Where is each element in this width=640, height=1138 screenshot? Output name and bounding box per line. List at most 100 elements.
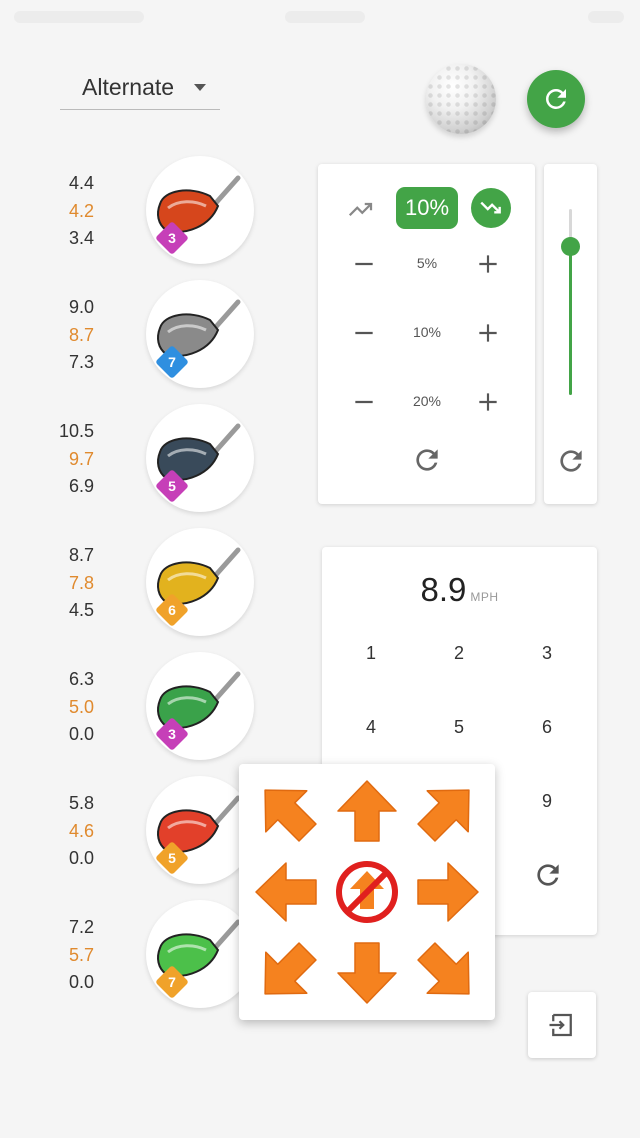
reset-steps-button[interactable] <box>411 444 443 476</box>
club-stats: 6.3 5.0 0.0 <box>69 666 94 749</box>
direction-button[interactable] <box>247 852 327 932</box>
keypad-key[interactable]: 5 <box>429 705 489 749</box>
refresh-icon <box>560 450 582 472</box>
club-stat-max: 7.2 <box>68 917 94 937</box>
direction-button[interactable] <box>247 932 327 1012</box>
direction-button[interactable] <box>407 852 487 932</box>
decrease-button[interactable] <box>344 244 384 284</box>
club-stat-avg: 5.0 <box>68 696 94 717</box>
keypad-key[interactable]: 6 <box>517 705 577 749</box>
club-button[interactable]: 3 <box>146 156 254 264</box>
club-number: 5 <box>168 850 176 866</box>
increase-button[interactable] <box>468 313 508 353</box>
club-number-badge: 7 <box>155 345 189 379</box>
club-stat-max: 10.5 <box>58 421 94 441</box>
slider-panel <box>544 164 597 504</box>
club-number: 3 <box>168 230 176 246</box>
no-direction-button[interactable] <box>327 852 407 932</box>
club-stat-avg: 8.7 <box>68 324 94 345</box>
direction-button[interactable] <box>247 772 327 852</box>
exit-button[interactable] <box>528 992 596 1058</box>
club-button[interactable]: 7 <box>146 900 254 1008</box>
arrow-left-icon <box>255 862 317 922</box>
club-row: 9.0 8.7 7.3 7 <box>0 280 270 390</box>
trending-down-icon <box>480 201 501 214</box>
step-row: 5% <box>342 244 512 284</box>
keypad-reset-button[interactable] <box>532 859 564 891</box>
exit-icon <box>549 1013 572 1037</box>
direction-button[interactable] <box>407 932 487 1012</box>
arrow-down-right-icon <box>417 942 470 995</box>
no-direction-icon <box>336 861 398 923</box>
club-stats: 10.5 9.7 6.9 <box>59 418 94 501</box>
decrease-button[interactable] <box>344 382 384 422</box>
club-number: 5 <box>168 478 176 494</box>
step-row: 10% <box>342 313 512 353</box>
step-row: 20% <box>342 382 512 422</box>
club-stat-avg: 5.7 <box>68 944 94 965</box>
speed-unit: MPH <box>470 590 499 604</box>
trending-up-icon[interactable] <box>344 194 378 224</box>
club-row: 10.5 9.7 6.9 5 <box>0 404 270 514</box>
club-button[interactable]: 5 <box>146 404 254 512</box>
speed-readout: 8.9 MPH <box>322 571 597 609</box>
plus-icon <box>479 255 497 273</box>
club-stat-avg: 4.6 <box>68 820 94 841</box>
arrow-up-right-icon <box>417 789 470 842</box>
direction-button[interactable] <box>327 932 407 1012</box>
status-carrier <box>14 11 144 23</box>
vertical-slider[interactable] <box>561 209 580 395</box>
increase-button[interactable] <box>468 382 508 422</box>
club-button[interactable]: 7 <box>146 280 254 388</box>
club-stats: 4.4 4.2 3.4 <box>69 170 94 253</box>
club-number-badge: 7 <box>155 965 189 999</box>
direction-button[interactable] <box>327 772 407 852</box>
club-stat-avg: 7.8 <box>68 572 94 593</box>
golf-ball-icon[interactable] <box>426 64 496 134</box>
increase-button[interactable] <box>468 244 508 284</box>
club-row: 7.2 5.7 0.0 7 <box>0 900 270 1010</box>
status-bar <box>0 0 640 36</box>
keypad-key[interactable]: 1 <box>341 631 401 675</box>
club-stat-min: 6.9 <box>68 476 94 496</box>
keypad-key[interactable]: 9 <box>517 779 577 823</box>
mode-dropdown[interactable]: Alternate <box>60 66 220 110</box>
plus-icon <box>479 324 497 342</box>
keypad-key[interactable]: 2 <box>429 631 489 675</box>
keypad-key[interactable]: 3 <box>517 631 577 675</box>
caret-down-icon <box>194 84 206 91</box>
club-stats: 9.0 8.7 7.3 <box>69 294 94 377</box>
decrease-button[interactable] <box>344 313 384 353</box>
keypad-key[interactable]: 4 <box>341 705 401 749</box>
direction-popup <box>239 764 495 1020</box>
refresh-icon <box>416 449 438 471</box>
club-stat-min: 0.0 <box>68 972 94 992</box>
club-button[interactable]: 5 <box>146 776 254 884</box>
club-stat-max: 4.4 <box>68 173 94 193</box>
club-stat-min: 3.4 <box>68 228 94 248</box>
club-stats: 5.8 4.6 0.0 <box>69 790 94 873</box>
minus-icon <box>355 400 373 404</box>
club-button[interactable]: 6 <box>146 528 254 636</box>
battery-icon <box>588 11 624 23</box>
club-number: 7 <box>168 354 176 370</box>
slider-thumb[interactable] <box>561 237 580 257</box>
direction-button[interactable] <box>407 772 487 852</box>
arrow-right-icon <box>417 862 479 922</box>
club-button[interactable]: 3 <box>146 652 254 760</box>
trend-down-button[interactable] <box>471 188 511 228</box>
plus-icon <box>479 393 497 411</box>
reset-slider-button[interactable] <box>555 445 587 477</box>
club-number-badge: 5 <box>155 841 189 875</box>
selected-percent-button[interactable]: 10% <box>396 187 458 229</box>
refresh-button[interactable] <box>527 70 585 128</box>
club-number-badge: 6 <box>155 593 189 627</box>
club-stats: 7.2 5.7 0.0 <box>69 914 94 997</box>
club-stat-avg: 4.2 <box>68 200 94 221</box>
step-percent-label: 10% <box>412 324 442 340</box>
step-percent-label: 5% <box>416 255 438 271</box>
club-stat-max: 6.3 <box>68 669 94 689</box>
club-number: 3 <box>168 726 176 742</box>
club-row: 4.4 4.2 3.4 3 <box>0 156 270 266</box>
club-number-badge: 3 <box>155 717 189 751</box>
